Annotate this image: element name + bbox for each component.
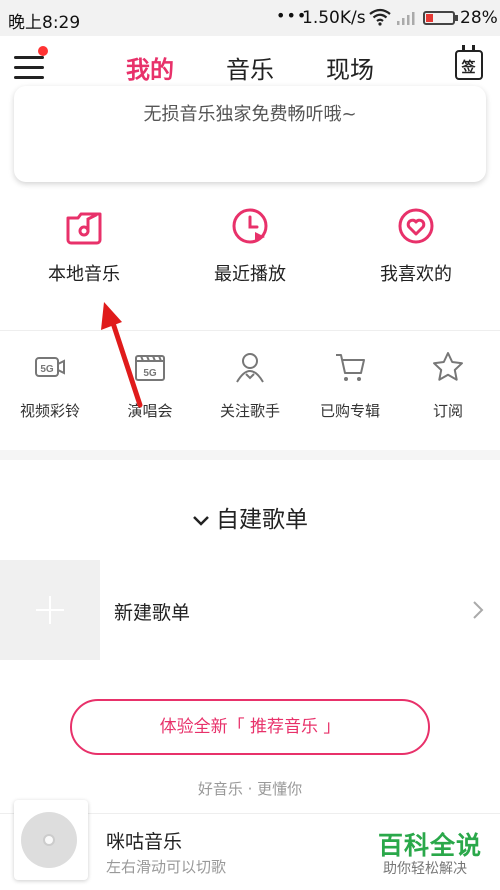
svg-text:5G: 5G xyxy=(40,364,54,375)
song-subtitle: 左右滑动可以切歌 xyxy=(106,858,227,876)
svg-text:5G: 5G xyxy=(143,368,157,379)
playlist-title: 自建歌单 xyxy=(216,507,308,533)
follow-singer-icon[interactable] xyxy=(233,350,267,384)
battery-icon xyxy=(423,11,455,25)
concert-icon[interactable]: 5G xyxy=(133,350,167,384)
tab-mine[interactable]: 我的 xyxy=(126,50,174,85)
menu-button[interactable] xyxy=(14,52,46,82)
new-playlist-label[interactable]: 新建歌单 xyxy=(114,598,190,625)
status-time: 晚上8:29 xyxy=(8,13,81,33)
local-music-icon[interactable] xyxy=(64,206,104,246)
favorite-icon[interactable] xyxy=(396,206,436,246)
disc-center xyxy=(43,834,55,846)
recent-play-icon[interactable] xyxy=(230,206,270,246)
checkin-label: 签 xyxy=(461,60,476,76)
follow-singer-label[interactable]: 关注歌手 xyxy=(200,400,300,421)
chevron-down-icon xyxy=(193,515,209,526)
plus-icon xyxy=(36,596,64,624)
local-music-label[interactable]: 本地音乐 xyxy=(14,260,154,286)
tab-live[interactable]: 现场 xyxy=(326,50,374,85)
song-title: 咪咕音乐 xyxy=(106,831,183,853)
signal-icon xyxy=(397,12,415,25)
playlist-header[interactable]: 自建歌单 xyxy=(0,500,500,534)
banner-text: 无损音乐独家免费畅听哦~ xyxy=(143,104,357,125)
battery-percent: 28% xyxy=(460,8,498,28)
concert-label[interactable]: 演唱会 xyxy=(100,400,200,421)
video-ringtone-label[interactable]: 视频彩铃 xyxy=(0,400,100,421)
recommend-music-button[interactable]: 体验全新「 推荐音乐 」 xyxy=(70,699,430,755)
recent-play-label[interactable]: 最近播放 xyxy=(180,260,320,286)
watermark-title: 百科全说 xyxy=(378,831,483,860)
video-ringtone-icon[interactable]: 5G xyxy=(33,350,67,384)
purchased-albums-label[interactable]: 已购专辑 xyxy=(300,400,400,421)
watermark-subtitle: 助你轻松解决 xyxy=(383,861,467,877)
notification-dot xyxy=(38,46,48,56)
battery-tip xyxy=(455,15,458,21)
wifi-icon xyxy=(369,8,391,26)
tab-music[interactable]: 音乐 xyxy=(226,50,274,85)
cart-icon[interactable] xyxy=(333,350,367,384)
slogan: 好音乐 · 更懂你 xyxy=(197,780,303,798)
divider xyxy=(0,330,500,331)
network-speed: 1.50K/s xyxy=(302,8,366,28)
checkin-calendar-button[interactable]: 签 xyxy=(455,45,483,80)
subscribe-label[interactable]: 订阅 xyxy=(398,400,498,421)
star-icon[interactable] xyxy=(431,350,465,384)
chevron-right-icon[interactable] xyxy=(472,600,484,620)
new-playlist-thumbnail[interactable] xyxy=(0,560,100,660)
favorite-label[interactable]: 我喜欢的 xyxy=(346,260,486,286)
